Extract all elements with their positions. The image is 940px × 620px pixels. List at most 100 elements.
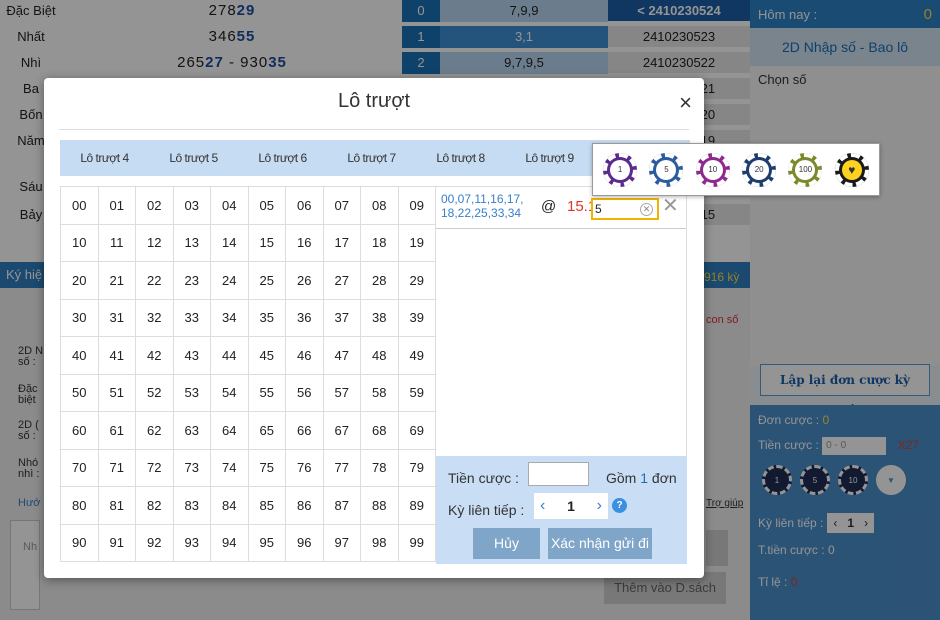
number-cell[interactable]: 04	[210, 186, 249, 225]
number-cell[interactable]: 84	[210, 486, 249, 525]
chip-1[interactable]: 1	[603, 152, 638, 187]
number-cell[interactable]: 55	[247, 373, 286, 412]
number-cell[interactable]: 88	[360, 486, 399, 525]
number-cell[interactable]: 81	[97, 486, 136, 525]
number-cell[interactable]: 34	[210, 298, 249, 337]
number-cell[interactable]: 45	[247, 336, 286, 375]
number-cell[interactable]: 51	[97, 373, 136, 412]
number-cell[interactable]: 08	[360, 186, 399, 225]
number-cell[interactable]: 89	[397, 486, 436, 525]
remove-selection-icon[interactable]: ✕	[662, 193, 679, 218]
number-cell[interactable]: 21	[97, 261, 136, 300]
number-cell[interactable]: 01	[97, 186, 136, 225]
number-cell[interactable]: 28	[360, 261, 399, 300]
cancel-button[interactable]: Hủy	[473, 528, 540, 559]
number-cell[interactable]: 98	[360, 523, 399, 562]
number-cell[interactable]: 79	[397, 448, 436, 487]
chip-5[interactable]: 5	[649, 152, 684, 187]
chip-heart[interactable]: ♥	[834, 152, 869, 187]
number-cell[interactable]: 02	[135, 186, 174, 225]
number-cell[interactable]: 75	[247, 448, 286, 487]
number-cell[interactable]: 30	[60, 298, 99, 337]
number-cell[interactable]: 27	[322, 261, 361, 300]
number-cell[interactable]: 58	[360, 373, 399, 412]
number-cell[interactable]: 63	[172, 411, 211, 450]
clear-icon[interactable]: ✕	[640, 203, 653, 216]
number-cell[interactable]: 05	[247, 186, 286, 225]
number-cell[interactable]: 95	[247, 523, 286, 562]
number-cell[interactable]: 64	[210, 411, 249, 450]
number-cell[interactable]: 66	[285, 411, 324, 450]
number-cell[interactable]: 65	[247, 411, 286, 450]
number-cell[interactable]: 09	[397, 186, 436, 225]
number-cell[interactable]: 61	[97, 411, 136, 450]
number-cell[interactable]: 91	[97, 523, 136, 562]
chip-10[interactable]: 10	[695, 152, 730, 187]
tab-lo-truot-6[interactable]: Lô trượt 6	[238, 151, 327, 165]
number-cell[interactable]: 36	[285, 298, 324, 337]
number-cell[interactable]: 92	[135, 523, 174, 562]
number-cell[interactable]: 37	[322, 298, 361, 337]
number-cell[interactable]: 49	[397, 336, 436, 375]
number-cell[interactable]: 38	[360, 298, 399, 337]
number-cell[interactable]: 67	[322, 411, 361, 450]
stake-input[interactable]	[528, 462, 589, 486]
number-cell[interactable]: 82	[135, 486, 174, 525]
number-cell[interactable]: 93	[172, 523, 211, 562]
number-cell[interactable]: 90	[60, 523, 99, 562]
number-cell[interactable]: 17	[322, 223, 361, 262]
number-cell[interactable]: 59	[397, 373, 436, 412]
tab-lo-truot-7[interactable]: Lô trượt 7	[327, 151, 416, 165]
number-cell[interactable]: 03	[172, 186, 211, 225]
number-cell[interactable]: 87	[322, 486, 361, 525]
number-cell[interactable]: 25	[247, 261, 286, 300]
tab-lo-truot-9[interactable]: Lô trượt 9	[505, 151, 594, 165]
number-cell[interactable]: 12	[135, 223, 174, 262]
chip-100[interactable]: 100	[788, 152, 823, 187]
number-cell[interactable]: 56	[285, 373, 324, 412]
chevron-right-icon[interactable]: ›	[597, 497, 602, 515]
number-cell[interactable]: 13	[172, 223, 211, 262]
number-cell[interactable]: 31	[97, 298, 136, 337]
number-cell[interactable]: 42	[135, 336, 174, 375]
number-cell[interactable]: 14	[210, 223, 249, 262]
confirm-send-button[interactable]: Xác nhận gửi đi	[548, 528, 652, 559]
number-cell[interactable]: 96	[285, 523, 324, 562]
number-cell[interactable]: 48	[360, 336, 399, 375]
tab-lo-truot-5[interactable]: Lô trượt 5	[149, 151, 238, 165]
number-cell[interactable]: 18	[360, 223, 399, 262]
number-cell[interactable]: 68	[360, 411, 399, 450]
number-cell[interactable]: 76	[285, 448, 324, 487]
number-cell[interactable]: 11	[97, 223, 136, 262]
number-cell[interactable]: 16	[285, 223, 324, 262]
number-cell[interactable]: 00	[60, 186, 99, 225]
number-cell[interactable]: 35	[247, 298, 286, 337]
number-cell[interactable]: 07	[322, 186, 361, 225]
number-cell[interactable]: 43	[172, 336, 211, 375]
number-cell[interactable]: 15	[247, 223, 286, 262]
number-cell[interactable]: 97	[322, 523, 361, 562]
number-cell[interactable]: 74	[210, 448, 249, 487]
number-cell[interactable]: 44	[210, 336, 249, 375]
number-cell[interactable]: 26	[285, 261, 324, 300]
number-cell[interactable]: 62	[135, 411, 174, 450]
number-cell[interactable]: 77	[322, 448, 361, 487]
number-cell[interactable]: 22	[135, 261, 174, 300]
number-cell[interactable]: 47	[322, 336, 361, 375]
number-cell[interactable]: 24	[210, 261, 249, 300]
number-cell[interactable]: 73	[172, 448, 211, 487]
number-cell[interactable]: 23	[172, 261, 211, 300]
tab-lo-truot-4[interactable]: Lô trượt 4	[60, 151, 149, 165]
number-cell[interactable]: 70	[60, 448, 99, 487]
number-cell[interactable]: 40	[60, 336, 99, 375]
tab-lo-truot-8[interactable]: Lô trượt 8	[416, 151, 505, 165]
number-cell[interactable]: 80	[60, 486, 99, 525]
number-cell[interactable]: 19	[397, 223, 436, 262]
number-cell[interactable]: 60	[60, 411, 99, 450]
number-cell[interactable]: 29	[397, 261, 436, 300]
number-cell[interactable]: 94	[210, 523, 249, 562]
chevron-left-icon[interactable]: ‹	[540, 497, 545, 515]
number-cell[interactable]: 99	[397, 523, 436, 562]
number-cell[interactable]: 41	[97, 336, 136, 375]
number-cell[interactable]: 71	[97, 448, 136, 487]
